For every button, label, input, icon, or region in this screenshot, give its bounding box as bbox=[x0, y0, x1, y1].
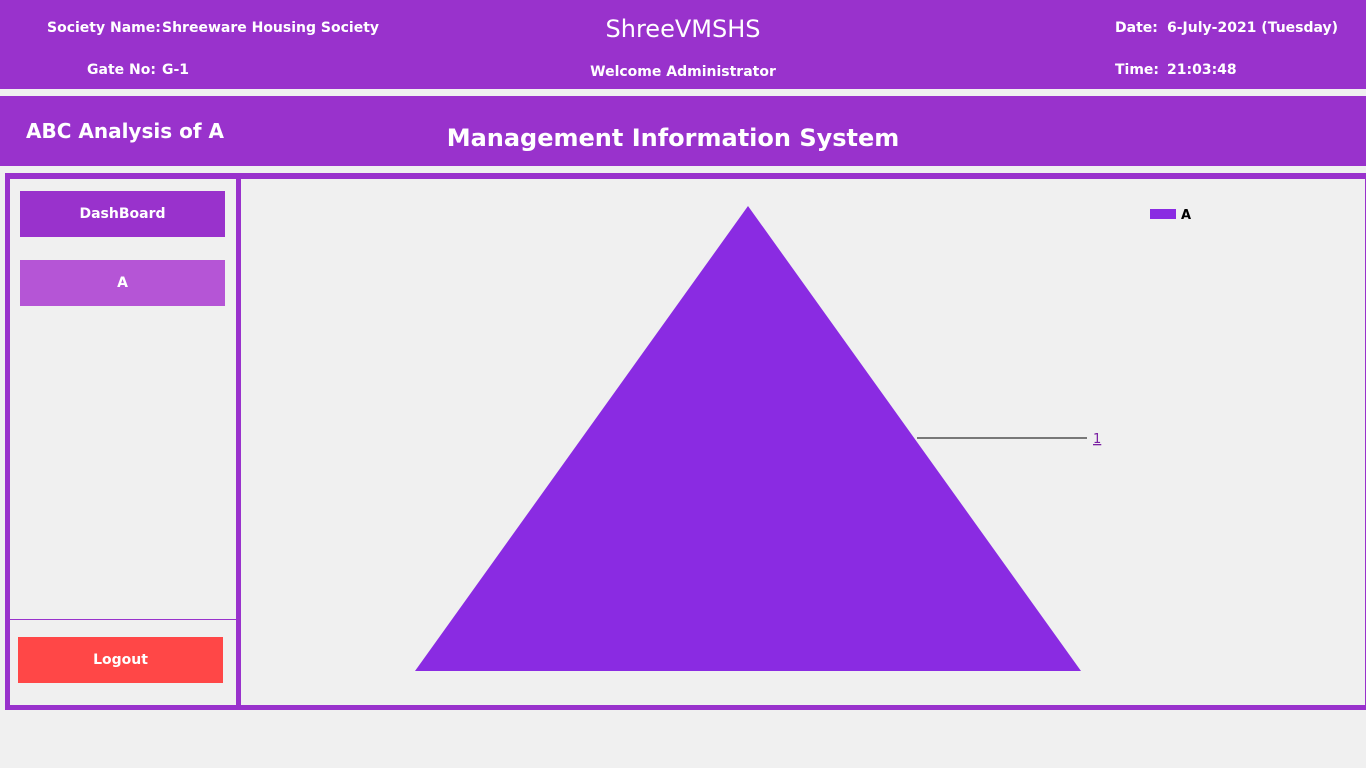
sidebar-divider bbox=[10, 619, 236, 620]
sidebar: DashBoard A Logout bbox=[10, 179, 241, 705]
chart-area: 1 A bbox=[241, 179, 1365, 705]
time-label: Time: bbox=[1115, 62, 1160, 78]
welcome-text: Welcome Administrator bbox=[590, 64, 776, 80]
main-frame: DashBoard A Logout 1 A bbox=[5, 173, 1366, 710]
date-label: Date: bbox=[1115, 20, 1158, 36]
time-value: 21:03:48 bbox=[1167, 62, 1237, 78]
section-title: Management Information System bbox=[446, 124, 900, 152]
logout-button[interactable]: Logout bbox=[18, 637, 223, 683]
data-label-value: 1 bbox=[1093, 432, 1101, 447]
category-a-button[interactable]: A bbox=[20, 260, 225, 306]
title-bar: ABC Analysis of A Management Information… bbox=[0, 96, 1366, 166]
header-bar: Society Name: Shreeware Housing Society … bbox=[0, 0, 1366, 89]
app-title: ShreeVMSHS bbox=[605, 15, 761, 43]
legend-swatch bbox=[1150, 209, 1176, 219]
dashboard-button[interactable]: DashBoard bbox=[20, 191, 225, 237]
legend-label: A bbox=[1181, 208, 1191, 223]
pyramid-chart: 1 A bbox=[415, 206, 1191, 671]
date-value: 6-July-2021 (Tuesday) bbox=[1167, 20, 1339, 36]
